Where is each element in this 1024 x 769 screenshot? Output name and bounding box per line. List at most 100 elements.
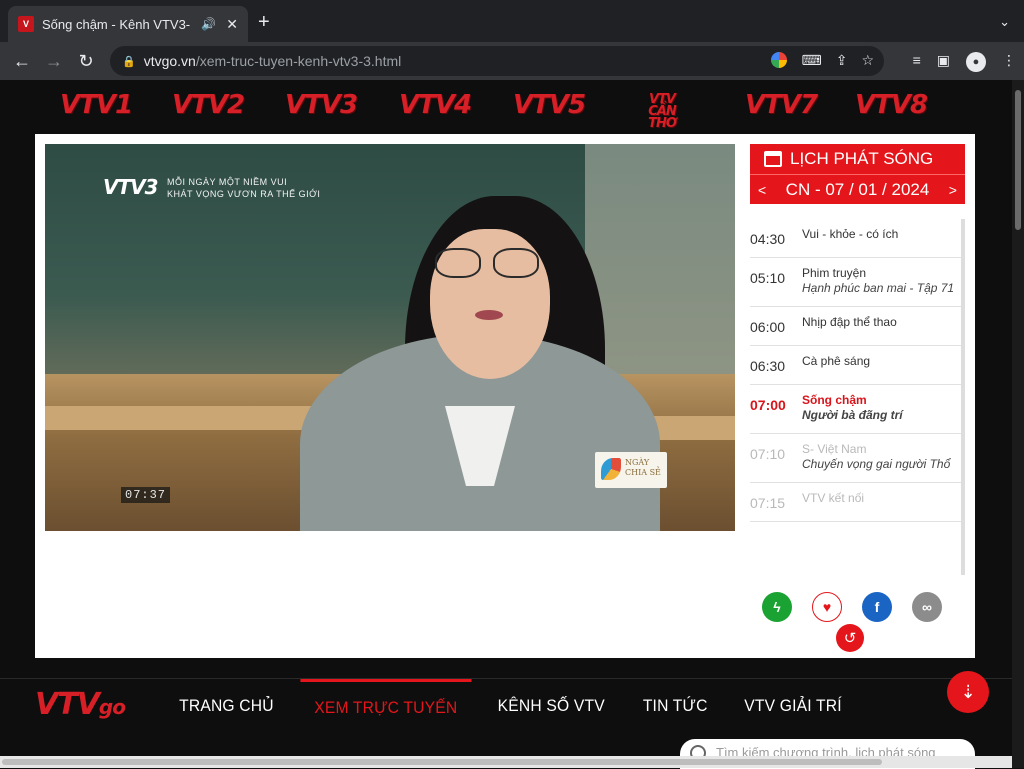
scrollbar-thumb[interactable] [2,759,882,765]
facebook-icon[interactable]: f [862,592,892,622]
menu-kebab-icon[interactable]: ⋮ [1002,52,1016,72]
side-panel-icon[interactable]: ▣ [937,52,950,72]
schedule-program: VTV kết nối [802,491,865,505]
browser-tab[interactable]: V Sống chậm - Kênh VTV3- 🔊 ✕ [8,6,248,42]
menu-digital-channels[interactable]: KÊNH SỐ VTV [484,679,619,733]
badge-line-1: NGÀY [625,458,650,467]
channel-slogan: MỖI NGÀY MỘT NIỀM VUI KHÁT VỌNG VƯƠN RA … [167,176,320,200]
channel-strip: VTV1 VTV2 VTV3 VTV4 VTV5 VTV CẦN THƠ VTV… [0,80,1012,132]
video-player[interactable]: VTV3 MỖI NGÀY MỘT NIỀM VUI KHÁT VỌNG VƯƠ… [45,144,735,531]
web-page: VTV1 VTV2 VTV3 VTV4 VTV5 VTV CẦN THƠ VTV… [0,80,1012,769]
onscreen-clock: 07:37 [121,487,171,503]
page-vertical-scrollbar[interactable] [1012,80,1024,768]
channel-label: VTV CẦN THƠ [648,92,677,131]
url-host: vtvgo.vn [143,53,196,69]
schedule-item[interactable]: 07:15 VTV kết nối [750,483,961,522]
schedule-time: 07:15 [750,495,786,511]
forward-button[interactable]: → [38,51,70,72]
address-bar[interactable]: 🔒 vtvgo.vn/xem-truc-tuyen-kenh-vtv3-3.ht… [110,46,884,76]
reload-button[interactable]: ↻ [70,51,102,72]
url-path: /xem-truc-tuyen-kenh-vtv3-3.html [195,53,402,69]
schedule-item[interactable]: 06:00 Nhịp đập thể thao [750,307,961,346]
main-menu: TRANG CHỦ XEM TRỰC TUYẾN KÊNH SỐ VTV TIN… [160,679,861,733]
replay-icon[interactable]: ↺ [836,624,864,652]
ngay-chia-se-badge: NGÀY CHIA SẺ [595,452,667,488]
back-button[interactable]: ← [6,51,38,72]
translate-icon[interactable]: ⌨ [801,52,821,69]
vtv-favicon-icon: V [18,16,34,32]
schedule-program: Vui - khỏe - có ích [802,227,899,241]
bird-logo-icon [601,458,621,480]
slogan-line-2: KHÁT VỌNG VƯƠN RA THẾ GIỚI [167,189,321,199]
schedule-program: Phim truyện [802,266,867,280]
media-controls-icon[interactable]: ≡ [913,52,921,72]
channel-label: VTV7 [745,90,818,120]
new-tab-button[interactable]: + [258,12,270,32]
site-navigation: VTVgo TRANG CHỦ XEM TRỰC TUYẾN KÊNH SỐ V… [0,671,1012,769]
schedule-time: 06:00 [750,319,786,335]
schedule-header: LỊCH PHÁT SÓNG [750,144,965,174]
channel-vtv8[interactable]: VTV8 [855,90,928,120]
schedule-item-live[interactable]: 07:00 Sống chậm Người bà đãng trí [750,385,961,434]
lock-icon[interactable]: 🔒 [122,55,136,68]
video-frame-mouth [475,310,503,320]
share-icon[interactable]: ⇪ [836,52,848,69]
tab-close-icon[interactable]: ✕ [226,16,238,33]
video-frame-glasses [435,248,545,278]
page-horizontal-scrollbar[interactable] [0,756,1012,768]
logo-go-text: go [98,695,126,719]
channel-label: VTV1 [60,90,133,120]
schedule-episode: Người bà đãng trí [802,408,903,422]
channel-vtv3[interactable]: VTV3 [285,90,358,120]
channel-label: VTV8 [855,90,928,120]
tab-title: Sống chậm - Kênh VTV3- [42,16,191,32]
menu-home[interactable]: TRANG CHỦ [165,679,287,733]
flash-icon[interactable]: ϟ [762,592,792,622]
calendar-icon [764,151,782,167]
slogan-line-1: MỖI NGÀY MỘT NIỀM VUI [167,177,288,187]
schedule-program: Nhịp đập thể thao [802,315,897,329]
channel-vtv4[interactable]: VTV4 [399,90,472,120]
schedule-episode: Chuyến vọng gai người Thổ [802,457,951,471]
schedule-title: LỊCH PHÁT SÓNG [790,149,934,168]
schedule-time: 06:30 [750,358,786,374]
audio-playing-icon[interactable]: 🔊 [201,17,216,31]
tab-search-chevron-icon[interactable]: ⌄ [999,14,1010,30]
favorite-heart-icon[interactable]: ♥ [812,592,842,622]
bookmark-star-icon[interactable]: ☆ [861,52,874,69]
schedule-program: S- Việt Nam [802,442,867,456]
scrollbar-thumb[interactable] [1015,90,1021,230]
channel-vtv1[interactable]: VTV1 [60,90,133,120]
next-date-button[interactable]: > [949,182,957,198]
schedule-time: 07:00 [750,397,786,413]
google-lens-icon[interactable] [771,52,788,68]
menu-live-tv[interactable]: XEM TRỰC TUYẾN [300,679,471,733]
prev-date-button[interactable]: < [758,182,766,198]
channel-vtv-can-tho[interactable]: VTV CẦN THƠ [636,93,688,130]
schedule-program: Sống chậm [802,393,867,407]
mouse-scroll-icon[interactable]: ⇣ [947,671,989,713]
channel-vtv5[interactable]: VTV5 [513,90,586,120]
schedule-item[interactable]: 04:30 Vui - khỏe - có ích [750,219,961,258]
schedule-item[interactable]: 06:30 Cà phê sáng [750,346,961,385]
schedule-date-picker: < CN - 07 / 01 / 2024 > [750,174,965,204]
channel-vtv7[interactable]: VTV7 [745,90,818,120]
channel-label: VTV3 [285,90,358,120]
channel-vtv2[interactable]: VTV2 [172,90,245,120]
channel-label: VTV4 [399,90,472,120]
main-content-card: VTV3 MỖI NGÀY MỘT NIỀM VUI KHÁT VỌNG VƯƠ… [35,134,975,658]
copy-link-icon[interactable]: ∞ [912,592,942,622]
channel-label: VTV5 [513,90,586,120]
menu-news[interactable]: TIN TỨC [629,679,721,733]
schedule-list[interactable]: 04:30 Vui - khỏe - có ích 05:10 Phim tru… [750,219,965,575]
vtvgo-logo[interactable]: VTVgo [35,687,126,722]
badge-line-2: CHIA SẺ [625,468,661,477]
schedule-scrollbar[interactable] [961,241,965,301]
schedule-time: 05:10 [750,270,786,286]
schedule-item[interactable]: 05:10 Phim truyện Hạnh phúc ban mai - Tập… [750,258,961,307]
schedule-episode: Hạnh phúc ban mai - Tập 71 [802,281,955,295]
menu-entertainment[interactable]: VTV GIẢI TRÍ [731,679,856,733]
profile-avatar-icon[interactable]: ● [966,52,986,72]
schedule-item[interactable]: 07:10 S- Việt Nam Chuyến vọng gai người T… [750,434,961,483]
logo-text: VTV [35,687,100,722]
